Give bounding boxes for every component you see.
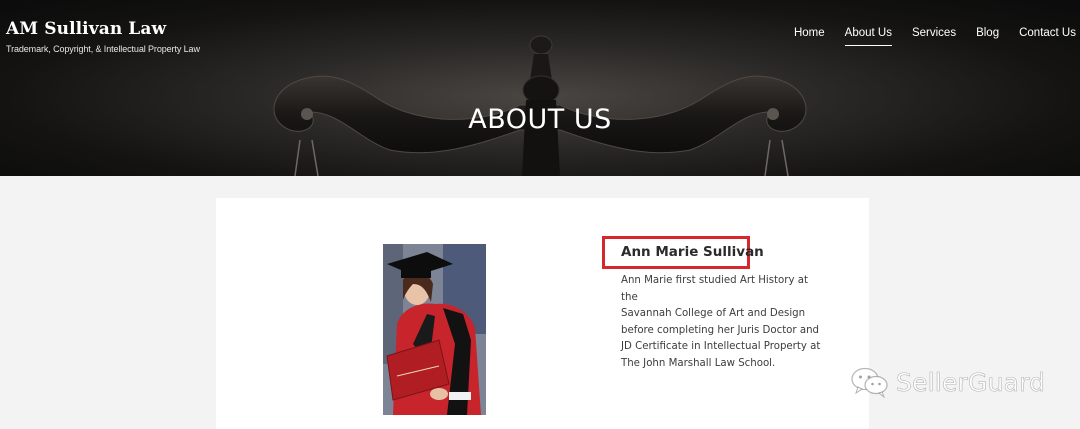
page-title: ABOUT US <box>468 104 612 135</box>
nav-home[interactable]: Home <box>794 27 825 46</box>
site-title[interactable]: AM Sullivan Law <box>6 19 200 39</box>
graduate-portrait-image <box>383 244 486 415</box>
site-tagline: Trademark, Copyright, & Intellectual Pro… <box>6 44 200 54</box>
bio-line: Savannah College of Art and Design <box>621 308 806 319</box>
profile-card: Ann Marie Sullivan Ann Marie first studi… <box>216 198 869 429</box>
bio-line: JD Certificate in Intellectual Property … <box>621 341 821 352</box>
profile-name-highlight: Ann Marie Sullivan <box>602 236 764 269</box>
nav-blog[interactable]: Blog <box>976 27 999 46</box>
nav-about-us[interactable]: About Us <box>844 27 892 46</box>
main-navigation: Home About Us Services Blog Contact Us <box>774 27 1076 46</box>
bio-line: Ann Marie first studied Art History at t… <box>621 275 808 303</box>
profile-name: Ann Marie Sullivan <box>621 244 764 260</box>
profile-photo <box>383 244 486 415</box>
bio-line: The John Marshall Law School. <box>621 357 776 369</box>
nav-services[interactable]: Services <box>912 27 956 46</box>
watermark-text: SellerGuard <box>896 367 1046 397</box>
hero-banner: AM Sullivan Law Trademark, Copyright, & … <box>0 0 1080 176</box>
profile-bio: Ann Marie first studied Art History at t… <box>621 273 821 372</box>
watermark: SellerGuard <box>850 366 1045 398</box>
wechat-icon <box>851 367 888 398</box>
nav-contact-us[interactable]: Contact Us <box>1019 27 1076 46</box>
site-branding[interactable]: AM Sullivan Law Trademark, Copyright, & … <box>6 19 200 54</box>
bio-line: before completing her Juris Doctor and <box>621 324 820 336</box>
